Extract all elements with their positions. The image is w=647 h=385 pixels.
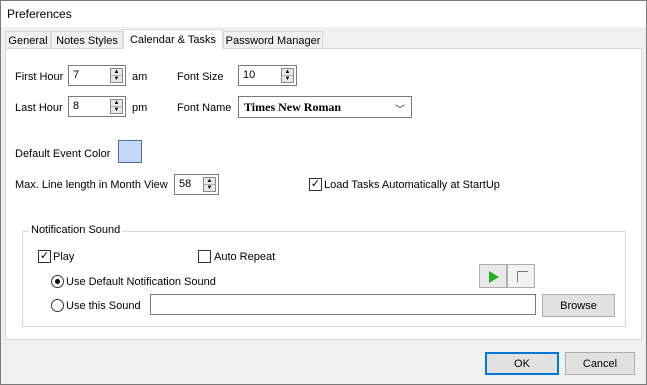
load-tasks-label: Load Tasks Automatically at StartUp: [324, 179, 500, 191]
first-hour-suffix: am: [132, 71, 148, 83]
spin-up-icon[interactable]: ▲: [204, 178, 215, 185]
use-this-sound-label: Use this Sound: [66, 300, 141, 312]
font-name-label: Font Name: [177, 102, 232, 114]
spin-up-icon[interactable]: ▲: [111, 100, 122, 107]
last-hour-suffix: pm: [132, 102, 148, 114]
first-hour-value[interactable]: 7: [73, 69, 79, 81]
play-label: Play: [53, 251, 75, 263]
first-hour-label: First Hour: [15, 71, 64, 83]
max-line-length-spin-buttons[interactable]: ▲ ▼: [203, 177, 216, 192]
use-this-sound-radio[interactable]: [51, 299, 64, 312]
play-checkbox[interactable]: ✓: [38, 250, 51, 263]
auto-repeat-checkbox[interactable]: [198, 250, 211, 263]
tab-notes-styles[interactable]: Notes Styles: [51, 31, 123, 49]
spin-up-icon[interactable]: ▲: [111, 69, 122, 76]
cancel-button[interactable]: Cancel: [565, 352, 635, 375]
last-hour-value[interactable]: 8: [73, 100, 79, 112]
font-size-value[interactable]: 10: [243, 69, 255, 81]
tab-calendar-tasks[interactable]: Calendar & Tasks: [123, 29, 223, 49]
stop-sound-button[interactable]: [507, 264, 535, 288]
first-hour-spinner[interactable]: 7 ▲ ▼: [68, 65, 126, 86]
default-event-color-label: Default Event Color: [15, 148, 111, 160]
tab-password-manager[interactable]: Password Manager: [223, 31, 323, 49]
font-size-label: Font Size: [177, 71, 224, 83]
use-default-sound-label: Use Default Notification Sound: [66, 276, 216, 288]
load-tasks-checkbox[interactable]: ✓: [309, 178, 322, 191]
spin-down-icon[interactable]: ▼: [204, 185, 215, 192]
checkmark-icon: ✓: [39, 250, 50, 262]
stop-icon: [517, 271, 528, 282]
browse-button[interactable]: Browse: [542, 294, 615, 317]
preferences-window: Preferences General Notes Styles Calenda…: [0, 0, 647, 385]
play-icon: [489, 271, 499, 283]
sound-path-field[interactable]: [150, 294, 536, 315]
use-default-sound-radio[interactable]: [51, 275, 64, 288]
last-hour-label: Last Hour: [15, 102, 63, 114]
spin-down-icon[interactable]: ▼: [111, 76, 122, 83]
auto-repeat-label: Auto Repeat: [214, 251, 276, 263]
font-name-value: Times New Roman: [244, 100, 342, 114]
play-sound-button[interactable]: [479, 264, 507, 288]
default-event-color-swatch[interactable]: [118, 140, 142, 163]
max-line-length-value[interactable]: 58: [179, 178, 191, 190]
ok-button[interactable]: OK: [485, 352, 559, 375]
title-bar: Preferences: [1, 1, 646, 27]
radio-selected-dot: [55, 279, 60, 284]
checkmark-icon: ✓: [310, 178, 321, 190]
window-title: Preferences: [7, 7, 72, 21]
last-hour-spin-buttons[interactable]: ▲ ▼: [110, 99, 123, 114]
first-hour-spin-buttons[interactable]: ▲ ▼: [110, 68, 123, 83]
notification-sound-title: Notification Sound: [29, 224, 123, 236]
font-size-spin-buttons[interactable]: ▲ ▼: [281, 68, 294, 83]
spin-up-icon[interactable]: ▲: [282, 69, 293, 76]
max-line-length-label: Max. Line length in Month View: [15, 179, 168, 191]
tab-general[interactable]: General: [5, 31, 51, 49]
chevron-down-icon: ﹀: [395, 105, 405, 116]
spin-down-icon[interactable]: ▼: [111, 107, 122, 114]
spin-down-icon[interactable]: ▼: [282, 76, 293, 83]
last-hour-spinner[interactable]: 8 ▲ ▼: [68, 96, 126, 117]
max-line-length-spinner[interactable]: 58 ▲ ▼: [174, 174, 219, 195]
font-name-select[interactable]: Times New Roman ﹀: [238, 96, 412, 118]
font-size-spinner[interactable]: 10 ▲ ▼: [238, 65, 297, 86]
